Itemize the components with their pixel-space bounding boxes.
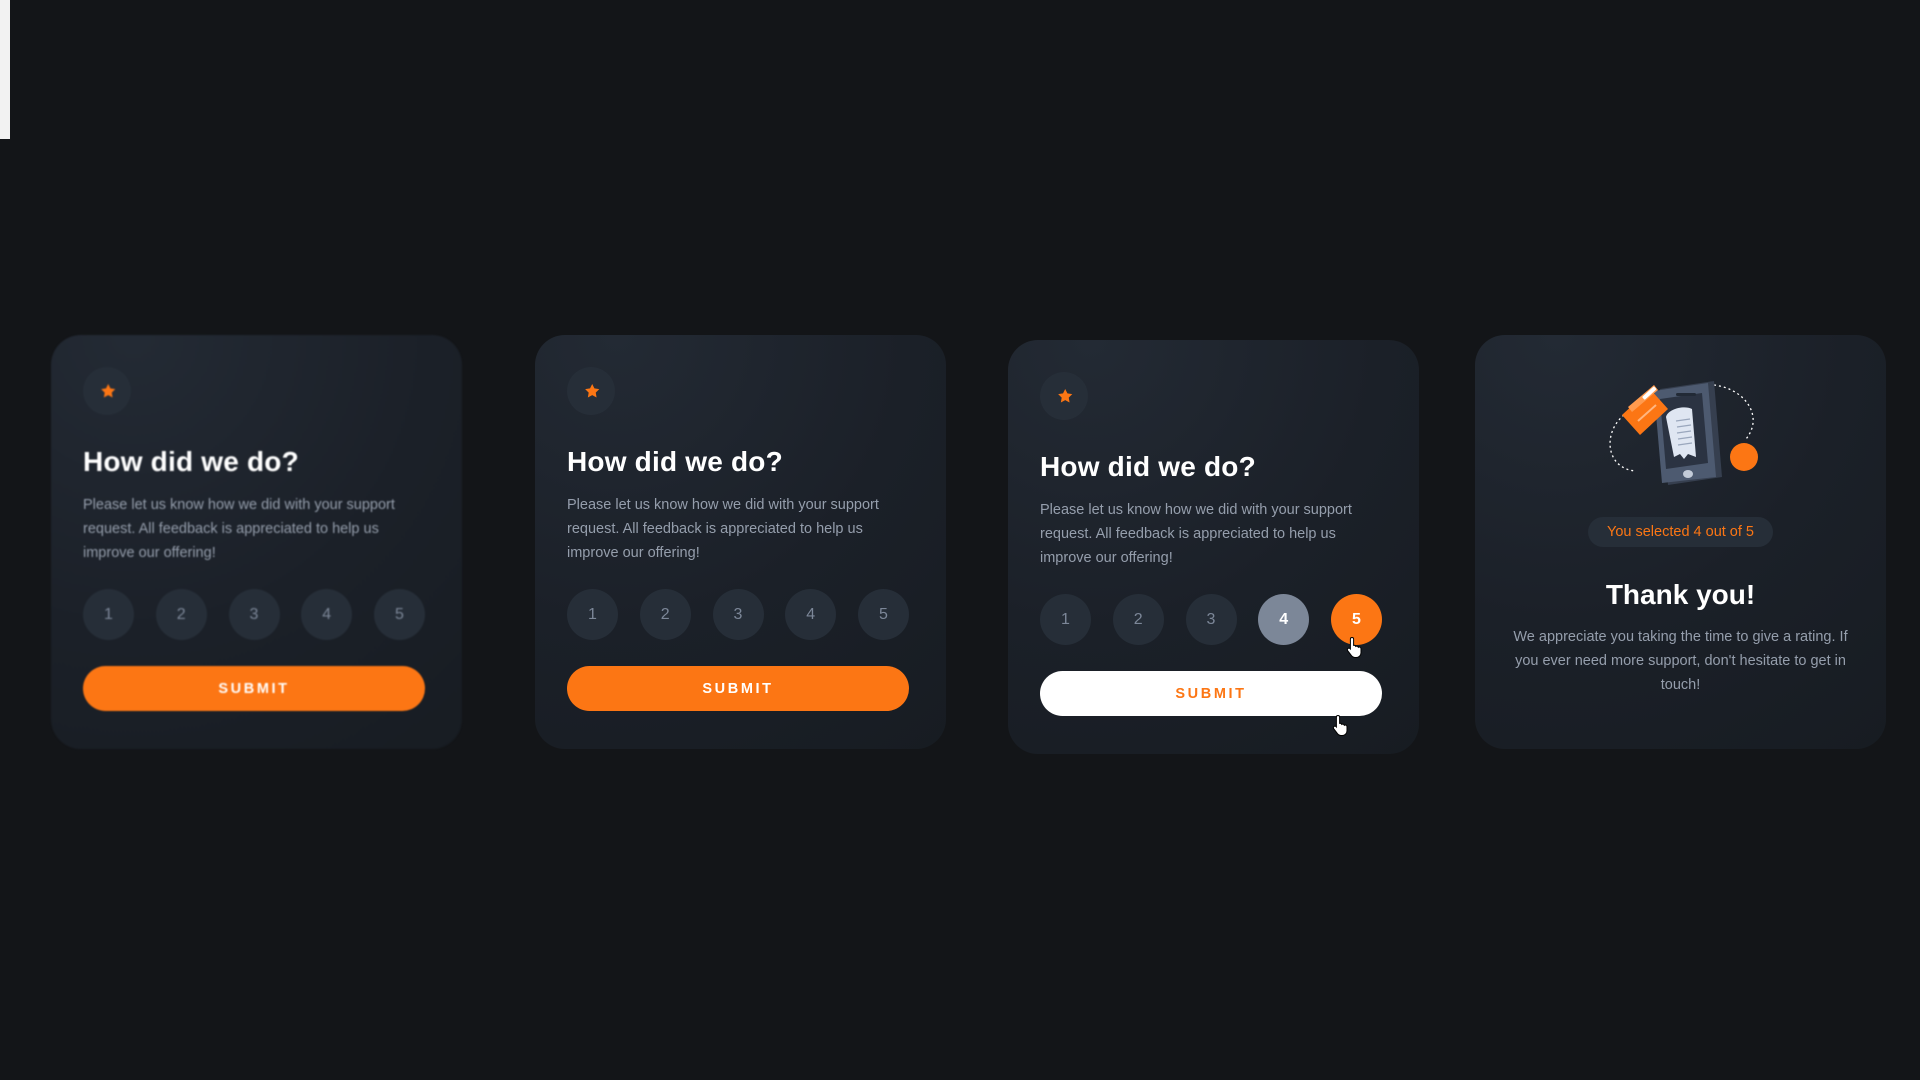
rating-button-3[interactable]: 3 <box>228 589 280 640</box>
thank-you-title: Thank you! <box>1605 579 1756 610</box>
hand-cursor-icon <box>1346 636 1362 658</box>
rating-button-1[interactable]: 1 <box>567 589 618 640</box>
rating-options: 1 2 3 4 5 <box>83 589 425 640</box>
rating-button-3[interactable]: 3 <box>1185 594 1237 645</box>
star-badge <box>567 367 615 415</box>
hand-cursor-icon <box>1332 714 1348 736</box>
thank-you-description: We appreciate you taking the time to giv… <box>1513 629 1848 693</box>
rating-button-1[interactable]: 1 <box>1040 594 1091 645</box>
rating-button-5[interactable]: 5 <box>374 589 425 640</box>
card-title: How did we do? <box>567 446 783 477</box>
submit-button-hovered[interactable]: SUBMIT <box>1040 671 1382 716</box>
rating-options: 1 2 3 4 5 <box>567 589 909 640</box>
left-edge-bar <box>0 0 10 139</box>
phone-payment-illustration <box>1608 381 1758 485</box>
selected-rating-pill: You selected 4 out of 5 <box>1588 517 1773 547</box>
rating-card-3: How did we do? Please let us know how we… <box>1008 340 1419 754</box>
rating-card-1: How did we do? Please let us know how we… <box>51 335 462 749</box>
card-description: Please let us know how we did with your … <box>1040 502 1352 566</box>
card-title: How did we do? <box>83 446 299 477</box>
star-badge <box>1040 372 1088 420</box>
submit-button[interactable]: SUBMIT <box>567 666 909 711</box>
thank-you-card: You selected 4 out of 5 Thank you! We ap… <box>1475 335 1886 749</box>
rating-button-5[interactable]: 5 <box>858 589 909 640</box>
rating-button-4-hovered[interactable]: 4 <box>1258 594 1310 645</box>
rating-button-2[interactable]: 2 <box>639 589 691 640</box>
rating-button-1[interactable]: 1 <box>83 589 134 640</box>
card-description: Please let us know how we did with your … <box>567 497 879 561</box>
rating-button-4[interactable]: 4 <box>785 589 837 640</box>
star-icon <box>1057 388 1072 402</box>
submit-button[interactable]: SUBMIT <box>83 666 425 711</box>
star-icon <box>100 383 115 397</box>
card-description: Please let us know how we did with your … <box>83 497 395 561</box>
rating-button-3[interactable]: 3 <box>712 589 764 640</box>
card-title: How did we do? <box>1040 451 1256 482</box>
rating-card-2: How did we do? Please let us know how we… <box>535 335 946 749</box>
rating-button-2[interactable]: 2 <box>1112 594 1164 645</box>
rating-button-2[interactable]: 2 <box>155 589 207 640</box>
rating-options: 1 2 3 4 5 <box>1040 594 1382 645</box>
rating-button-4[interactable]: 4 <box>301 589 353 640</box>
star-icon <box>584 383 599 397</box>
star-badge <box>83 367 131 415</box>
